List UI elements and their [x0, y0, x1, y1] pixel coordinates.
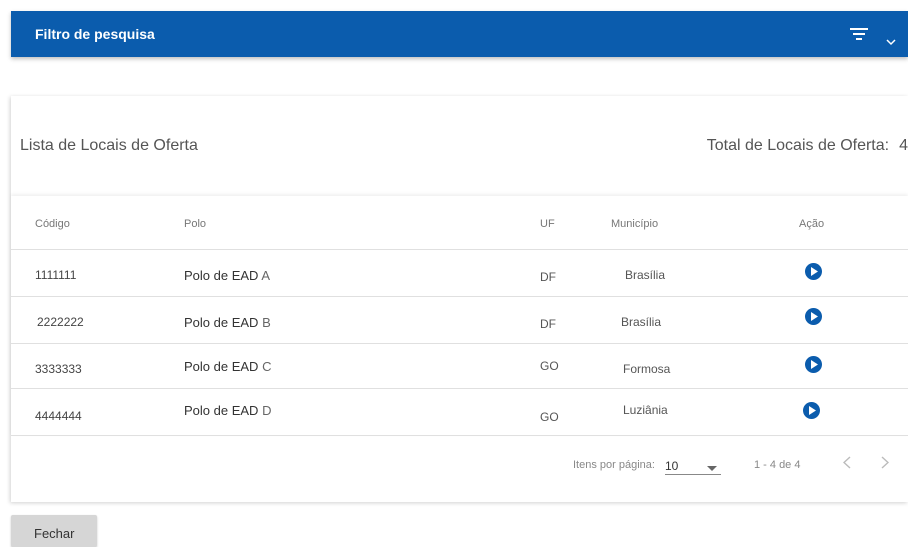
table-header: Código Polo UF Município Ação: [11, 196, 908, 250]
search-filter-bar[interactable]: Filtro de pesquisa: [11, 11, 908, 57]
dropdown-arrow-icon: [707, 463, 717, 475]
close-button[interactable]: Fechar: [11, 515, 97, 547]
row-polo-name: Polo de EAD: [184, 403, 259, 418]
row-polo-suffix: D: [262, 403, 272, 418]
row-code: 4444444: [35, 409, 82, 423]
row-municipio: Formosa: [623, 362, 671, 376]
row-uf: DF: [540, 270, 556, 284]
row-polo-suffix: C: [262, 359, 272, 374]
page-size-select[interactable]: 10: [665, 453, 721, 475]
page-range: 1 - 4 de 4: [754, 459, 801, 471]
row-polo-name: Polo de EAD: [184, 268, 259, 283]
header-uf[interactable]: UF: [540, 218, 555, 230]
locations-table: Código Polo UF Município Ação 1111111 Po…: [11, 196, 908, 436]
table-row: 4444444 Polo de EAD D GO Luziânia: [11, 389, 908, 436]
row-polo: Polo de EAD C: [184, 359, 271, 374]
header-code[interactable]: Código: [35, 218, 70, 230]
row-polo: Polo de EAD D: [184, 403, 271, 418]
row-polo: Polo de EAD B: [184, 315, 271, 330]
row-code: 3333333: [35, 362, 82, 376]
header-acao: Ação: [799, 218, 825, 230]
play-icon[interactable]: [805, 308, 822, 325]
table-row: 3333333 Polo de EAD C GO Formosa: [11, 344, 908, 389]
header-polo[interactable]: Polo: [184, 218, 206, 230]
list-title: Lista de Locais de Oferta: [20, 137, 198, 154]
total-value: 4: [899, 137, 908, 154]
row-polo-name: Polo de EAD: [184, 315, 259, 330]
row-polo-name: Polo de EAD: [184, 359, 259, 374]
chevron-right-icon[interactable]: [881, 456, 890, 472]
row-municipio: Luziânia: [623, 403, 668, 417]
table-row: 2222222 Polo de EAD B DF Brasília: [11, 297, 908, 344]
close-button-label: Fechar: [34, 526, 75, 541]
row-polo: Polo de EAD A: [184, 268, 270, 283]
row-uf: GO: [540, 359, 559, 373]
chevron-left-icon[interactable]: [842, 456, 851, 472]
row-uf: DF: [540, 317, 556, 331]
total-label: Total de Locais de Oferta:: [706, 137, 890, 154]
results-card: Lista de Locais de Oferta Total de Locai…: [11, 96, 908, 502]
row-uf: GO: [540, 410, 559, 424]
filter-title: Filtro de pesquisa: [35, 26, 155, 42]
filter-icon[interactable]: [850, 27, 868, 46]
row-polo-suffix: A: [261, 268, 271, 283]
row-code: 1111111: [35, 268, 77, 282]
play-icon[interactable]: [803, 402, 820, 419]
header-municipio[interactable]: Município: [611, 218, 658, 230]
chevron-down-icon[interactable]: [886, 33, 896, 51]
play-icon[interactable]: [805, 356, 822, 373]
page-size-value: 10: [665, 459, 679, 473]
items-per-page-label: Itens por página:: [573, 459, 655, 471]
row-municipio: Brasília: [625, 268, 666, 282]
row-code: 2222222: [37, 315, 84, 329]
row-municipio: Brasília: [621, 315, 662, 329]
paginator: Itens por página: 10 1 - 4 de 4: [11, 440, 908, 494]
row-polo-suffix: B: [262, 315, 271, 330]
table-row: 1111111 Polo de EAD A DF Brasília: [11, 250, 908, 297]
play-icon[interactable]: [805, 263, 822, 280]
total-count: Total de Locais de Oferta: 4: [707, 137, 908, 155]
